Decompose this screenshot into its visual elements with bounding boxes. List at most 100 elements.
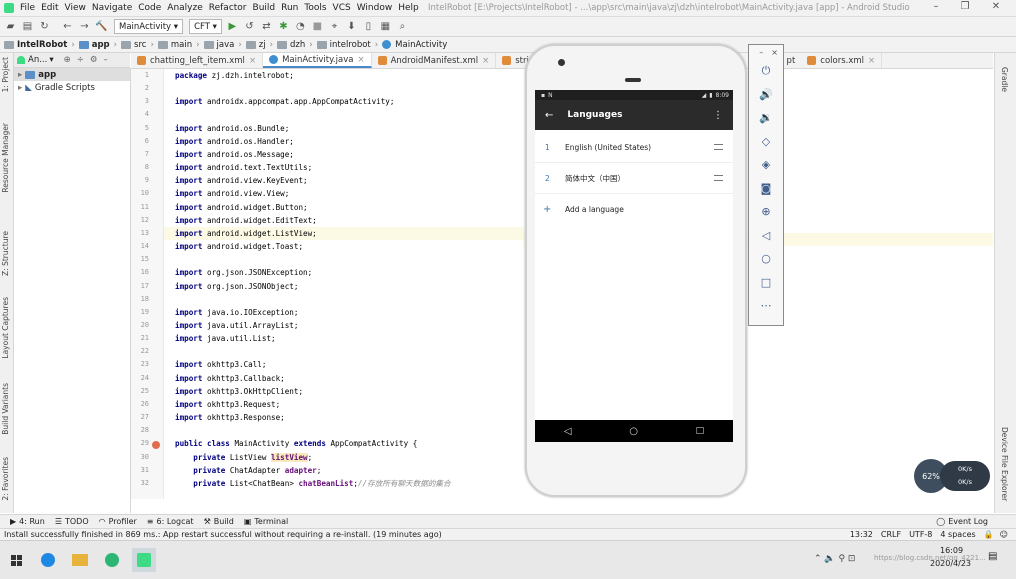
- inspector-icon[interactable]: ☺: [1000, 530, 1008, 539]
- rotate-right-icon[interactable]: ◈: [749, 153, 783, 177]
- windows-start-icon[interactable]: [4, 548, 28, 572]
- menu-file[interactable]: File: [20, 3, 35, 13]
- chevron-right-icon[interactable]: ▸: [18, 70, 22, 80]
- menu-help[interactable]: Help: [398, 3, 419, 13]
- tool-tab-resource-manager[interactable]: Resource Manager: [1, 123, 12, 193]
- maximize-icon[interactable]: ❐: [955, 1, 975, 15]
- tool-tab-gradle[interactable]: Gradle: [1000, 67, 1009, 92]
- stop-icon[interactable]: ■: [311, 20, 324, 33]
- class-gutter-icon[interactable]: [152, 441, 160, 449]
- android-studio-taskbar-icon[interactable]: [132, 548, 156, 572]
- tab-main-activity[interactable]: MainActivity.java ×: [263, 53, 372, 68]
- chevron-right-icon[interactable]: ▸: [18, 83, 22, 93]
- notification-center-icon[interactable]: ▤: [988, 551, 997, 562]
- event-log-button[interactable]: ◯ Event Log: [936, 517, 988, 526]
- tab-android-manifest[interactable]: AndroidManifest.xml ×: [372, 53, 497, 68]
- drag-handle-icon[interactable]: [714, 144, 723, 150]
- file-explorer-icon[interactable]: [68, 548, 92, 572]
- breadcrumb-item[interactable]: src: [121, 40, 146, 50]
- back-icon[interactable]: ◁: [749, 224, 783, 248]
- emulator-screen[interactable]: ▪ N ◢ ▮ 8:09 ← Languages ⋮ 1 English (Un…: [535, 90, 733, 442]
- back-icon[interactable]: ←: [61, 20, 74, 33]
- breadcrumb-item[interactable]: intelrobot: [316, 40, 371, 50]
- menu-window[interactable]: Window: [357, 3, 393, 13]
- tool-tab-build-variants[interactable]: Build Variants: [1, 383, 12, 435]
- volume-up-icon[interactable]: 🔊: [749, 83, 783, 107]
- collapse-icon[interactable]: ÷: [77, 55, 84, 65]
- overview-icon[interactable]: □: [749, 271, 783, 295]
- menu-view[interactable]: View: [65, 3, 86, 13]
- breadcrumb-item[interactable]: MainActivity: [382, 40, 447, 50]
- apply-changes-icon[interactable]: ↺: [243, 20, 256, 33]
- rotate-left-icon[interactable]: ◇: [749, 130, 783, 154]
- close-tab-icon[interactable]: ×: [249, 56, 256, 66]
- tool-tab-project[interactable]: 1: Project: [1, 57, 12, 92]
- make-project-icon[interactable]: 🔨: [95, 20, 108, 33]
- menu-tools[interactable]: Tools: [304, 3, 326, 13]
- app-icon[interactable]: [100, 548, 124, 572]
- terminal-tool-button[interactable]: ▣ Terminal: [244, 517, 288, 526]
- todo-tool-button[interactable]: ☰ TODO: [55, 517, 89, 526]
- zoom-icon[interactable]: ⊕: [749, 200, 783, 224]
- tool-tab-layout-captures[interactable]: Layout Captures: [1, 297, 12, 359]
- nav-back-icon[interactable]: ◁: [564, 426, 572, 437]
- forward-icon[interactable]: →: [78, 20, 91, 33]
- line-separator[interactable]: CRLF: [881, 530, 901, 539]
- back-arrow-icon[interactable]: ←: [545, 110, 553, 121]
- search-icon[interactable]: ⌕: [396, 20, 409, 33]
- tab-chatting-left-item[interactable]: chatting_left_item.xml ×: [131, 53, 264, 68]
- add-language-row[interactable]: + Add a language: [535, 194, 733, 224]
- sync-icon[interactable]: ↻: [38, 20, 51, 33]
- project-view-selector[interactable]: An...: [28, 55, 47, 65]
- drag-handle-icon[interactable]: [714, 175, 723, 181]
- volume-down-icon[interactable]: 🔉: [749, 106, 783, 130]
- more-icon[interactable]: ⋯: [749, 294, 783, 318]
- code-editor[interactable]: package zj.dzh.intelrobot; import androi…: [164, 69, 524, 499]
- close-icon[interactable]: ×: [771, 48, 778, 57]
- chevron-down-icon[interactable]: ▾: [49, 55, 53, 65]
- file-encoding[interactable]: UTF-8: [909, 530, 932, 539]
- clock-time[interactable]: 16:09: [940, 546, 963, 555]
- breadcrumb-item[interactable]: app: [78, 40, 110, 50]
- device-select[interactable]: CFT ▾: [189, 19, 222, 34]
- lock-icon[interactable]: 🔒: [984, 530, 994, 539]
- save-all-icon[interactable]: ▤: [21, 20, 34, 33]
- menu-code[interactable]: Code: [138, 3, 161, 13]
- minimize-icon[interactable]: –: [926, 1, 946, 15]
- breadcrumb-item[interactable]: zj: [245, 40, 266, 50]
- breadcrumb-item[interactable]: dzh: [276, 40, 305, 50]
- run-icon[interactable]: ▶: [226, 20, 239, 33]
- tool-tab-structure[interactable]: Z: Structure: [1, 231, 12, 276]
- minimize-icon[interactable]: –: [759, 48, 763, 57]
- nav-home-icon[interactable]: ○: [629, 426, 638, 437]
- menu-analyze[interactable]: Analyze: [167, 3, 202, 13]
- globe-icon[interactable]: ⊕: [64, 55, 71, 65]
- build-tool-button[interactable]: ⚒ Build: [204, 517, 234, 526]
- menu-edit[interactable]: Edit: [41, 3, 58, 13]
- nav-recents-icon[interactable]: □: [696, 426, 705, 436]
- close-tab-icon[interactable]: ×: [482, 56, 489, 66]
- language-row[interactable]: 1 English (United States): [535, 132, 733, 163]
- apply-code-changes-icon[interactable]: ⇄: [260, 20, 273, 33]
- tool-tab-favorites[interactable]: 2: Favorites: [1, 457, 12, 501]
- power-icon[interactable]: ⏻: [749, 59, 783, 83]
- sdk-manager-icon[interactable]: ⬇: [345, 20, 358, 33]
- hide-icon[interactable]: –: [103, 55, 107, 65]
- cursor-position[interactable]: 13:32: [850, 530, 873, 539]
- clock-date[interactable]: 2020/4/23: [930, 559, 971, 568]
- overflow-menu-icon[interactable]: ⋮: [713, 110, 723, 121]
- attach-debugger-icon[interactable]: ⌖: [328, 20, 341, 33]
- breadcrumb-item[interactable]: IntelRobot: [4, 40, 67, 50]
- project-structure-icon[interactable]: ▦: [379, 20, 392, 33]
- avd-manager-icon[interactable]: ▯: [362, 20, 375, 33]
- tool-tab-device-file-explorer[interactable]: Device File Explorer: [1000, 427, 1009, 501]
- menu-refactor[interactable]: Refactor: [209, 3, 247, 13]
- breadcrumb-item[interactable]: main: [157, 40, 192, 50]
- debug-icon[interactable]: ✱: [277, 20, 290, 33]
- run-tool-button[interactable]: ▶ 4: Run: [10, 517, 45, 526]
- tray-icons[interactable]: ⌃ 🔈 ⚲ ⊡: [814, 554, 855, 564]
- search-icon[interactable]: [36, 548, 60, 572]
- screenshot-icon[interactable]: ◙: [749, 177, 783, 201]
- close-tab-icon[interactable]: ×: [357, 55, 364, 65]
- language-row[interactable]: 2 简体中文（中国）: [535, 163, 733, 194]
